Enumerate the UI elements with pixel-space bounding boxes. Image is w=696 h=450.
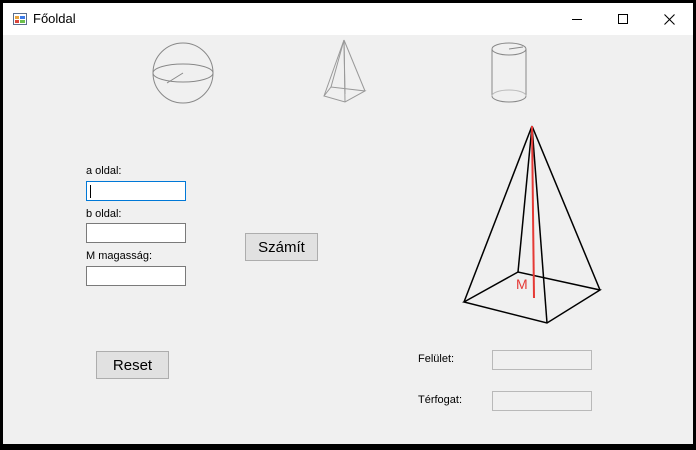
surface-label: Felület: — [418, 353, 455, 365]
height-marker-label: M — [516, 276, 528, 292]
calculate-button[interactable]: Számít — [245, 233, 318, 261]
title-bar[interactable]: Főoldal — [3, 3, 693, 35]
height-input[interactable] — [86, 266, 186, 286]
reset-button[interactable]: Reset — [96, 351, 169, 379]
sphere-icon[interactable] — [151, 42, 215, 104]
b-side-label: b oldal: — [86, 208, 122, 220]
minimize-button[interactable] — [554, 3, 600, 35]
pyramid-diagram: M — [461, 125, 602, 324]
volume-output — [492, 391, 592, 411]
surface-output — [492, 350, 592, 370]
close-button[interactable] — [646, 3, 692, 35]
maximize-button[interactable] — [600, 3, 646, 35]
text-caret — [90, 185, 91, 198]
volume-label: Térfogat: — [418, 394, 463, 406]
pyramid-icon[interactable] — [321, 39, 367, 103]
minimize-icon — [572, 19, 582, 20]
b-side-input[interactable] — [86, 223, 186, 243]
height-label: M magasság: — [86, 250, 153, 262]
client-area: a oldal: b oldal: M magasság: Számít Res… — [3, 35, 693, 444]
maximize-icon — [618, 14, 628, 24]
winforms-app-icon — [13, 13, 27, 25]
window-title: Főoldal — [33, 11, 76, 26]
main-window: Főoldal a oldal: b oldal: M magasság: Sz… — [3, 3, 693, 444]
a-side-input[interactable] — [86, 181, 186, 201]
close-icon — [663, 13, 675, 25]
a-side-label: a oldal: — [86, 165, 122, 177]
cylinder-icon[interactable] — [489, 42, 529, 104]
